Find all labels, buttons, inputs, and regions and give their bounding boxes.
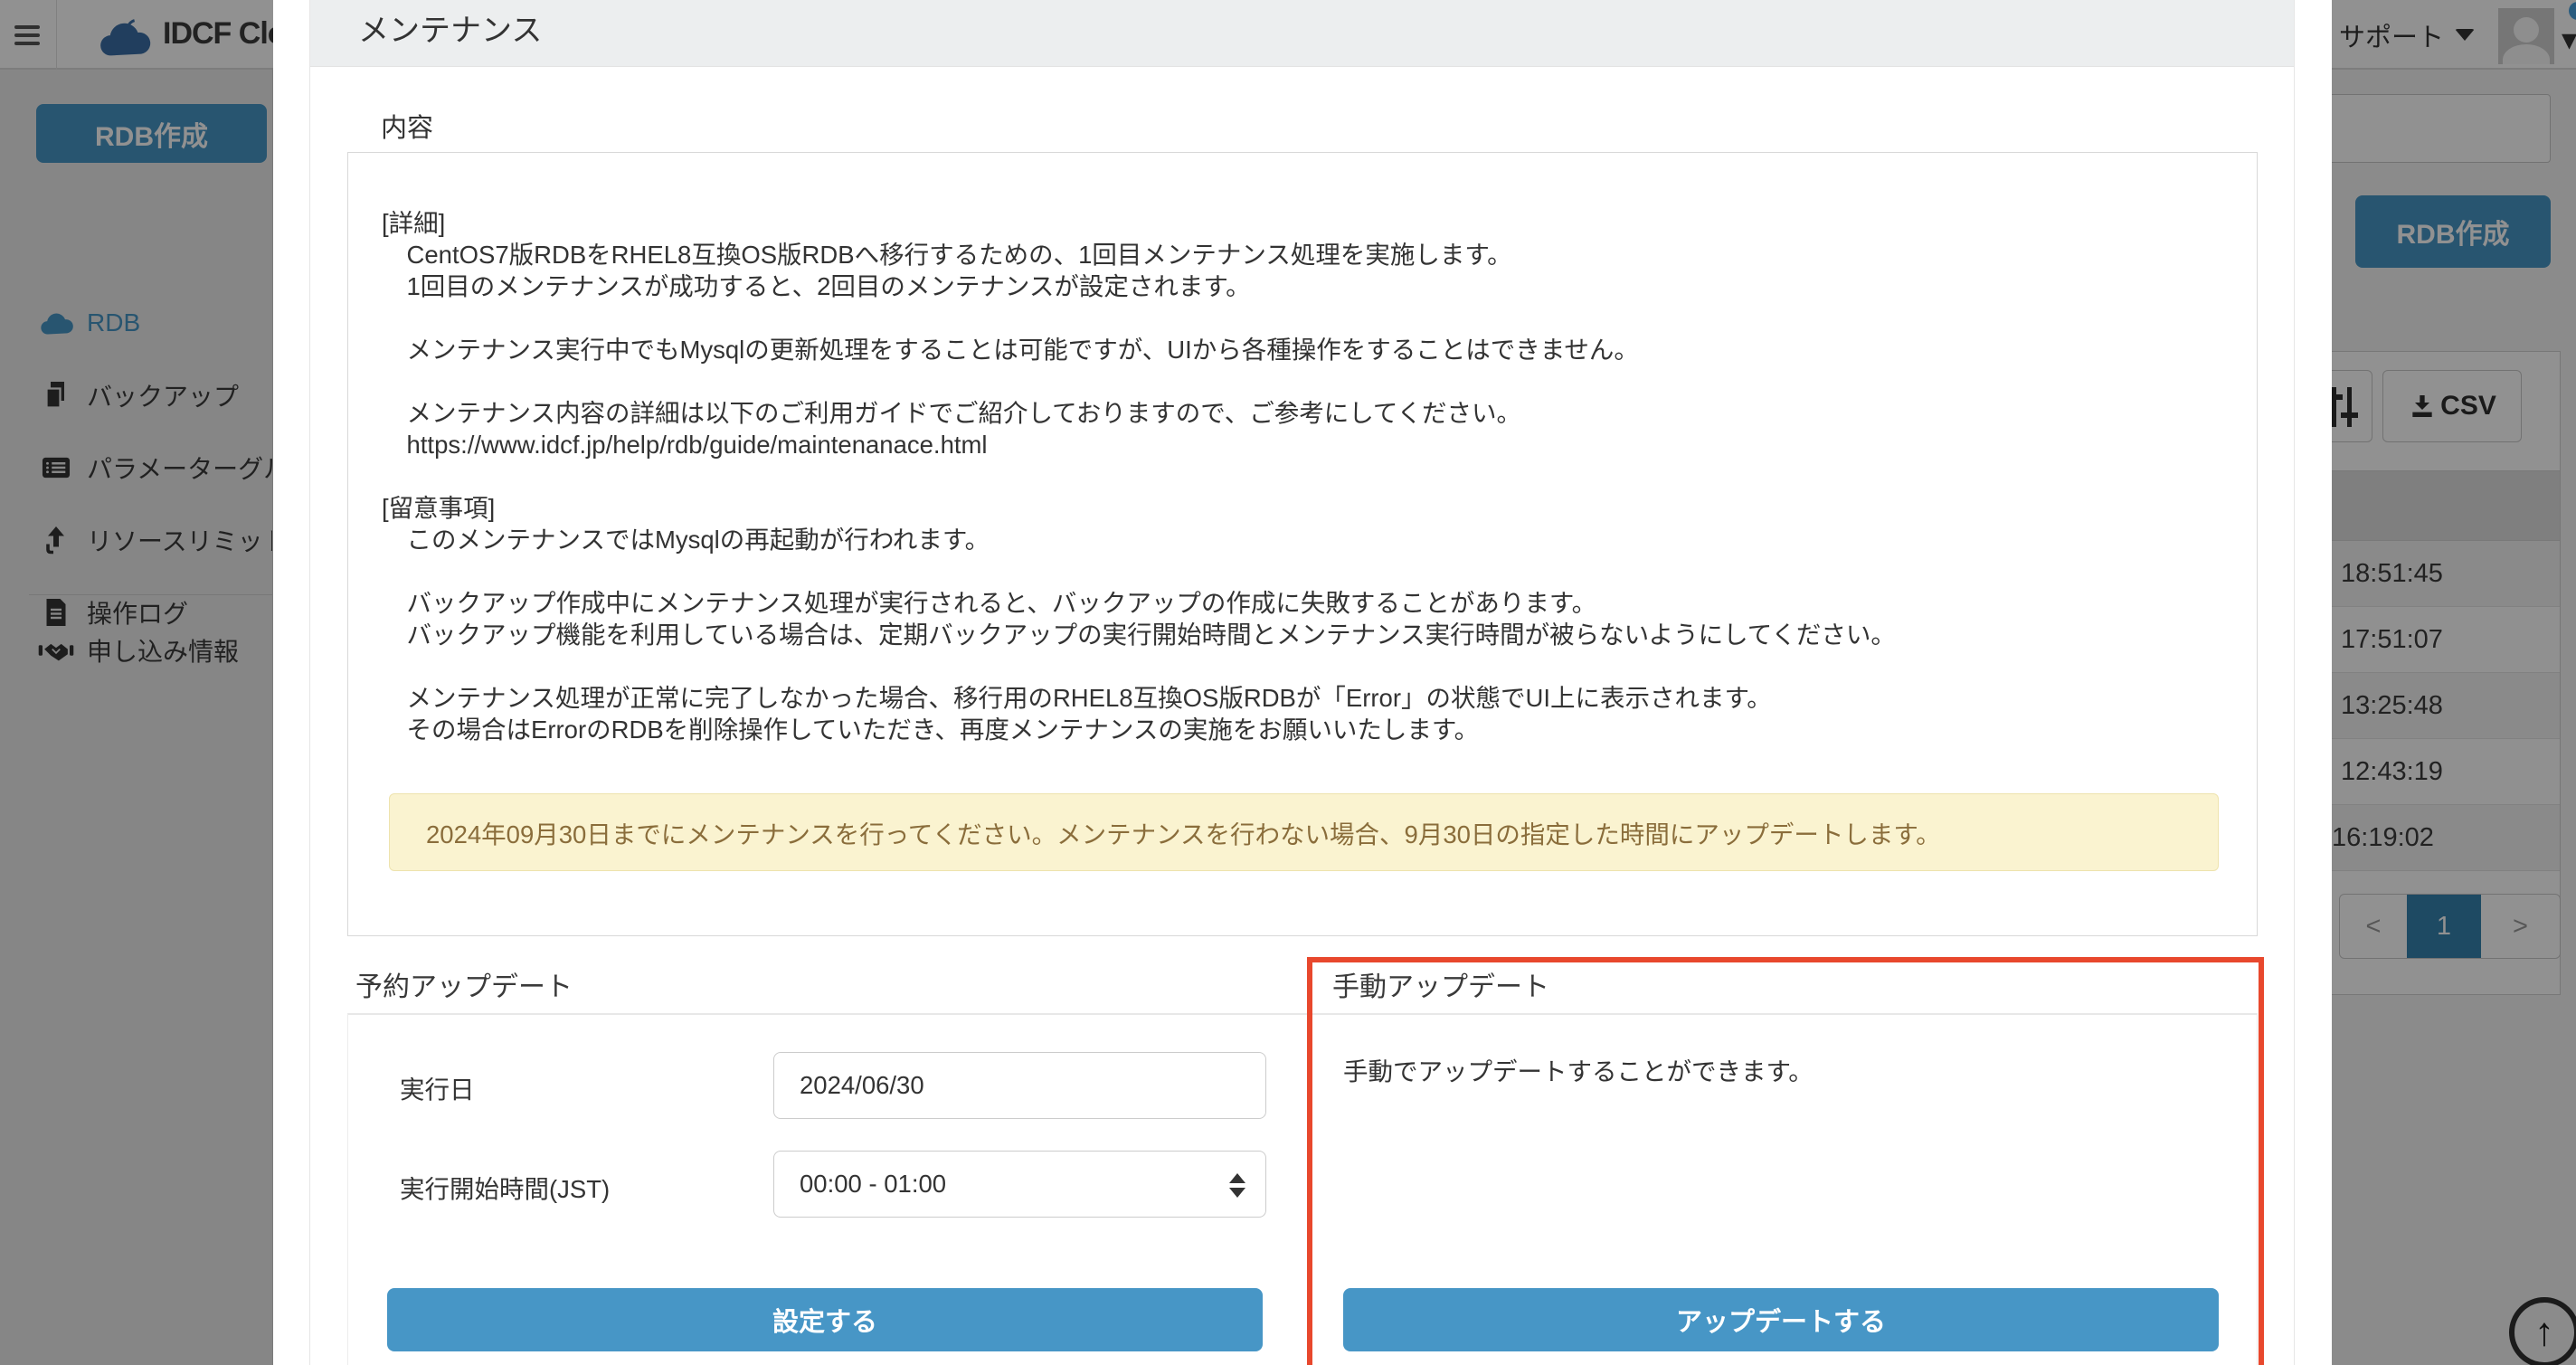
start-time-value: 00:00 - 01:00 [800, 1170, 946, 1199]
execution-date-label: 実行日 [400, 1069, 475, 1105]
execution-date-input[interactable] [773, 1052, 1266, 1119]
content-section-label: 内容 [381, 107, 433, 145]
start-time-label: 実行開始時間(JST) [400, 1169, 610, 1205]
modal-header: メンテナンス [310, 0, 2294, 67]
select-arrows-icon [1229, 1152, 1245, 1218]
manual-update-heading: 手動アップデート [1332, 964, 1549, 1004]
modal-container: メンテナンス 内容 [詳細] CentOS7版RDBをRHEL8互換OS版RDB… [273, 0, 2332, 1365]
manual-update-description: 手動でアップデートすることができます。 [1343, 1051, 1814, 1087]
manual-update-button[interactable]: アップデートする [1343, 1288, 2219, 1351]
set-schedule-button[interactable]: 設定する [387, 1288, 1263, 1351]
deadline-warning-banner: 2024年09月30日までにメンテナンスを行ってください。メンテナンスを行わない… [389, 793, 2219, 871]
maintenance-detail-text: [詳細] CentOS7版RDBをRHEL8互換OS版RDBへ移行するための、1… [348, 153, 2257, 745]
start-time-select[interactable]: 00:00 - 01:00 [773, 1151, 1266, 1218]
modal-title: メンテナンス [358, 5, 542, 50]
scroll-to-top-button[interactable]: ↑ [2509, 1297, 2576, 1365]
arrow-up-icon: ↑ [2534, 1313, 2554, 1352]
maintenance-content-box: [詳細] CentOS7版RDBをRHEL8互換OS版RDBへ移行するための、1… [347, 152, 2258, 936]
scheduled-update-heading: 予約アップデート [355, 964, 573, 1004]
maintenance-modal: メンテナンス 内容 [詳細] CentOS7版RDBをRHEL8互換OS版RDB… [309, 0, 2295, 1365]
